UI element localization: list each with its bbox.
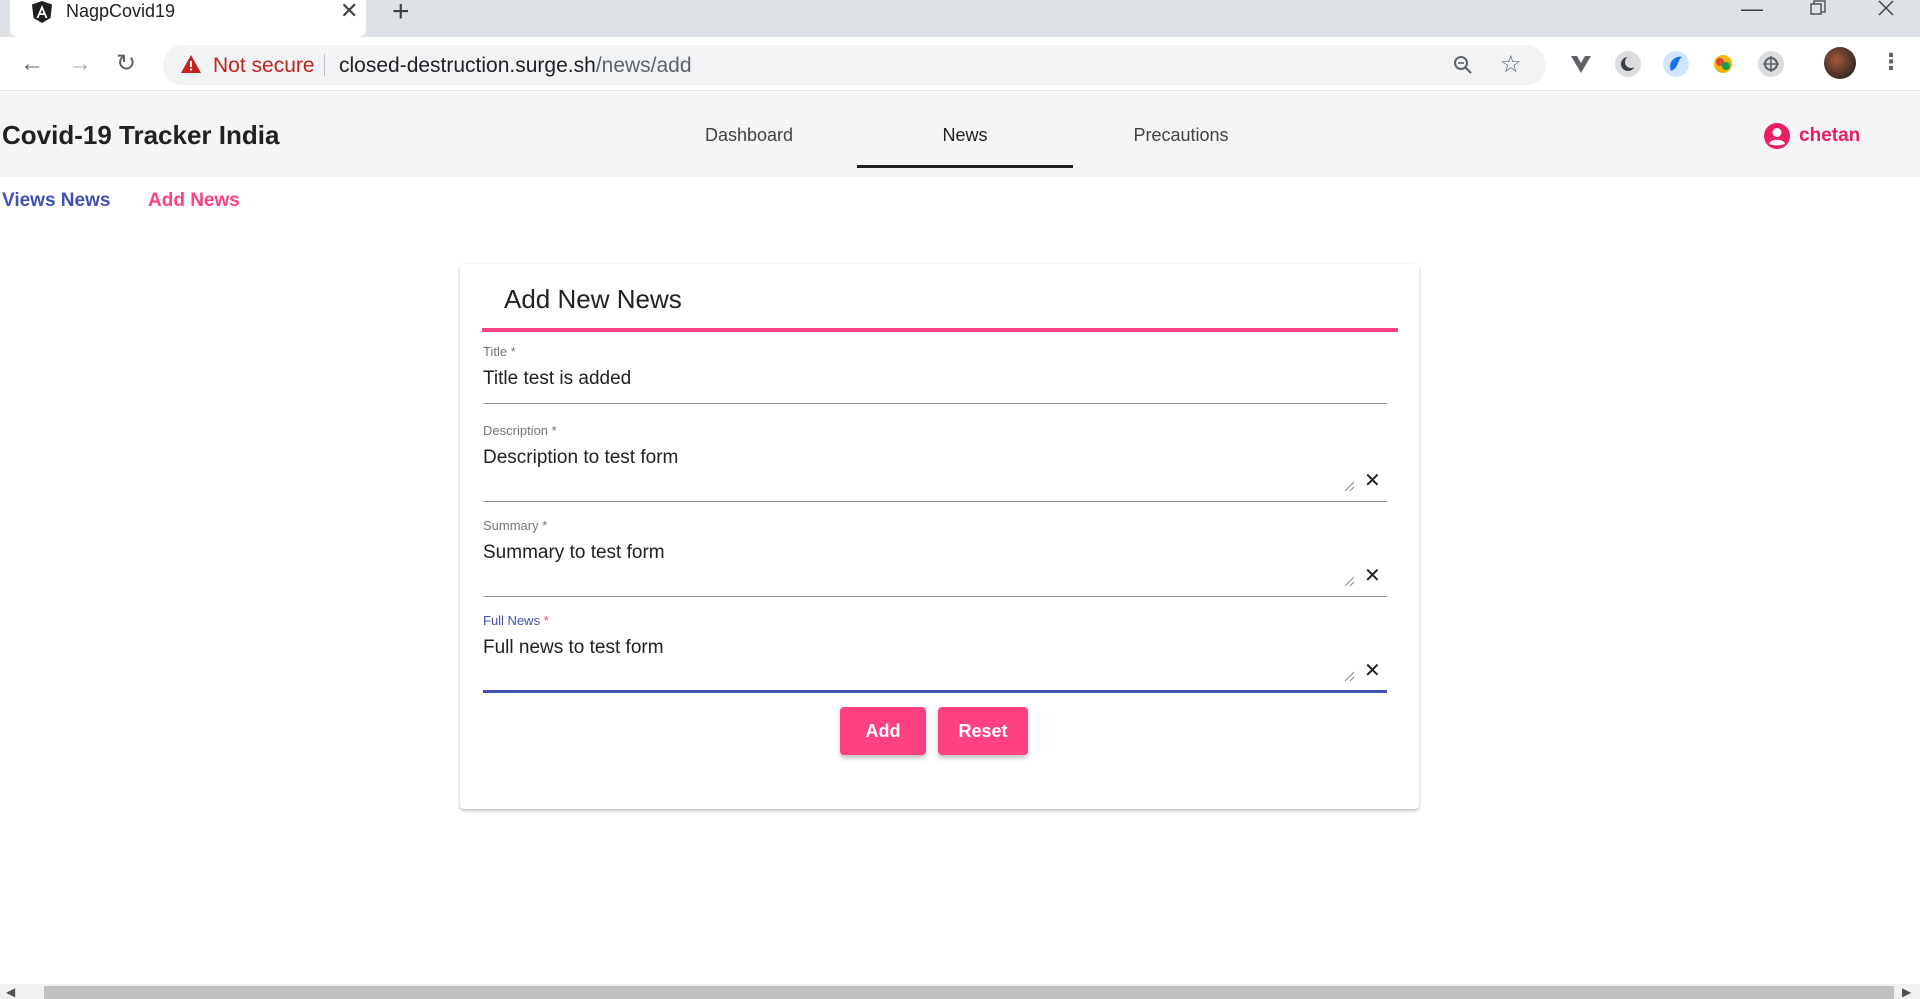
scroll-right-icon[interactable]: ▶	[1902, 985, 1911, 999]
minimize-icon[interactable]: —	[1741, 0, 1763, 22]
title-label: Title *	[483, 344, 1387, 360]
clear-full-news-icon[interactable]: ✕	[1364, 661, 1381, 681]
scroll-left-icon[interactable]: ◀	[6, 985, 15, 999]
view-news-link[interactable]: Views News	[2, 190, 110, 212]
title-field: Title *	[483, 344, 1387, 404]
reset-button[interactable]: Reset	[938, 707, 1028, 755]
account-circle-icon	[1764, 123, 1790, 149]
full-news-textarea[interactable]	[483, 637, 1343, 659]
required-marker: *	[542, 518, 548, 533]
full-news-field: Full News * ✕	[483, 613, 1387, 695]
nav-tab-dashboard[interactable]: Dashboard	[641, 125, 857, 146]
summary-underline	[483, 596, 1387, 597]
vue-extension-icon[interactable]	[1568, 51, 1594, 77]
summary-field: Summary * ✕	[483, 518, 1387, 597]
forward-icon[interactable]: →	[68, 50, 92, 78]
required-marker: *	[551, 423, 557, 438]
horizontal-scrollbar[interactable]: ◀ ▶	[0, 984, 1920, 999]
summary-label: Summary *	[483, 518, 1387, 534]
card-title: Add New News	[504, 284, 682, 314]
required-marker: *	[510, 344, 516, 359]
new-tab-button[interactable]: +	[392, 0, 410, 27]
required-marker: *	[543, 613, 549, 628]
warning-icon	[181, 55, 201, 73]
reload-icon[interactable]: ↻	[116, 50, 136, 78]
security-label[interactable]: Not secure	[213, 54, 315, 78]
browser-menu-icon[interactable]: ⋮	[1880, 49, 1902, 75]
url-host: closed-destruction.surge.sh	[339, 54, 596, 77]
zoom-icon[interactable]	[1453, 55, 1473, 75]
dark-mode-extension-icon[interactable]	[1615, 51, 1641, 77]
close-window-icon[interactable]	[1878, 0, 1894, 16]
tab-close-icon[interactable]: ✕	[340, 0, 358, 22]
angular-favicon-icon	[32, 1, 52, 23]
scrollbar-thumb[interactable]	[44, 986, 1894, 999]
add-news-link[interactable]: Add News	[148, 190, 240, 212]
summary-textarea[interactable]	[483, 542, 1343, 564]
back-icon[interactable]: ←	[20, 50, 44, 78]
description-underline	[483, 501, 1387, 502]
user-name: chetan	[1799, 125, 1861, 146]
url-text[interactable]: closed-destruction.surge.sh/news/add	[339, 54, 692, 78]
resize-handle-icon[interactable]	[1343, 575, 1355, 587]
extension-blue-icon[interactable]	[1663, 51, 1689, 77]
add-news-card: Add New News Title * Description * ✕ Sum…	[460, 264, 1419, 809]
title-label-text: Title	[483, 344, 508, 359]
description-label: Description *	[483, 423, 1387, 439]
full-news-label-text: Full News	[483, 613, 541, 628]
title-input[interactable]	[483, 368, 1343, 390]
address-bar[interactable]: Not secure closed-destruction.surge.sh/n…	[163, 45, 1546, 85]
url-path: /news/add	[595, 54, 692, 77]
description-field: Description * ✕	[483, 423, 1387, 502]
resize-handle-icon[interactable]	[1343, 670, 1355, 682]
browser-toolbar: ← → ↻ Not secure closed-destruction.surg…	[0, 37, 1920, 91]
nav-tab-news[interactable]: News	[857, 125, 1073, 146]
app-brand[interactable]: Covid-19 Tracker India	[2, 120, 279, 151]
title-underline	[483, 403, 1387, 404]
clear-summary-icon[interactable]: ✕	[1364, 566, 1381, 586]
description-label-text: Description	[483, 423, 549, 438]
active-tab-indicator	[857, 165, 1073, 168]
resize-handle-icon[interactable]	[1343, 480, 1355, 492]
card-title-divider	[482, 328, 1398, 332]
extension-colorful-icon[interactable]	[1710, 51, 1736, 77]
browser-tab-strip: NagpCovid19 ✕ + —	[0, 0, 1920, 37]
clear-description-icon[interactable]: ✕	[1364, 471, 1381, 491]
browser-tab[interactable]: NagpCovid19 ✕	[10, 0, 366, 37]
omnibox-separator	[324, 54, 325, 76]
summary-label-text: Summary	[483, 518, 539, 533]
profile-avatar[interactable]	[1824, 47, 1856, 79]
extension-gray-icon[interactable]	[1758, 51, 1784, 77]
app-header: Covid-19 Tracker India Dashboard News Pr…	[0, 92, 1920, 177]
bookmark-star-icon[interactable]: ☆	[1500, 50, 1522, 79]
restore-icon[interactable]	[1810, 0, 1826, 16]
full-news-label: Full News *	[483, 613, 1387, 629]
description-textarea[interactable]	[483, 447, 1343, 469]
add-button[interactable]: Add	[840, 707, 926, 755]
user-menu[interactable]: chetan	[1763, 122, 1860, 150]
nav-tab-precautions[interactable]: Precautions	[1073, 125, 1289, 146]
tab-title: NagpCovid19	[66, 1, 176, 21]
full-news-underline	[483, 690, 1387, 693]
